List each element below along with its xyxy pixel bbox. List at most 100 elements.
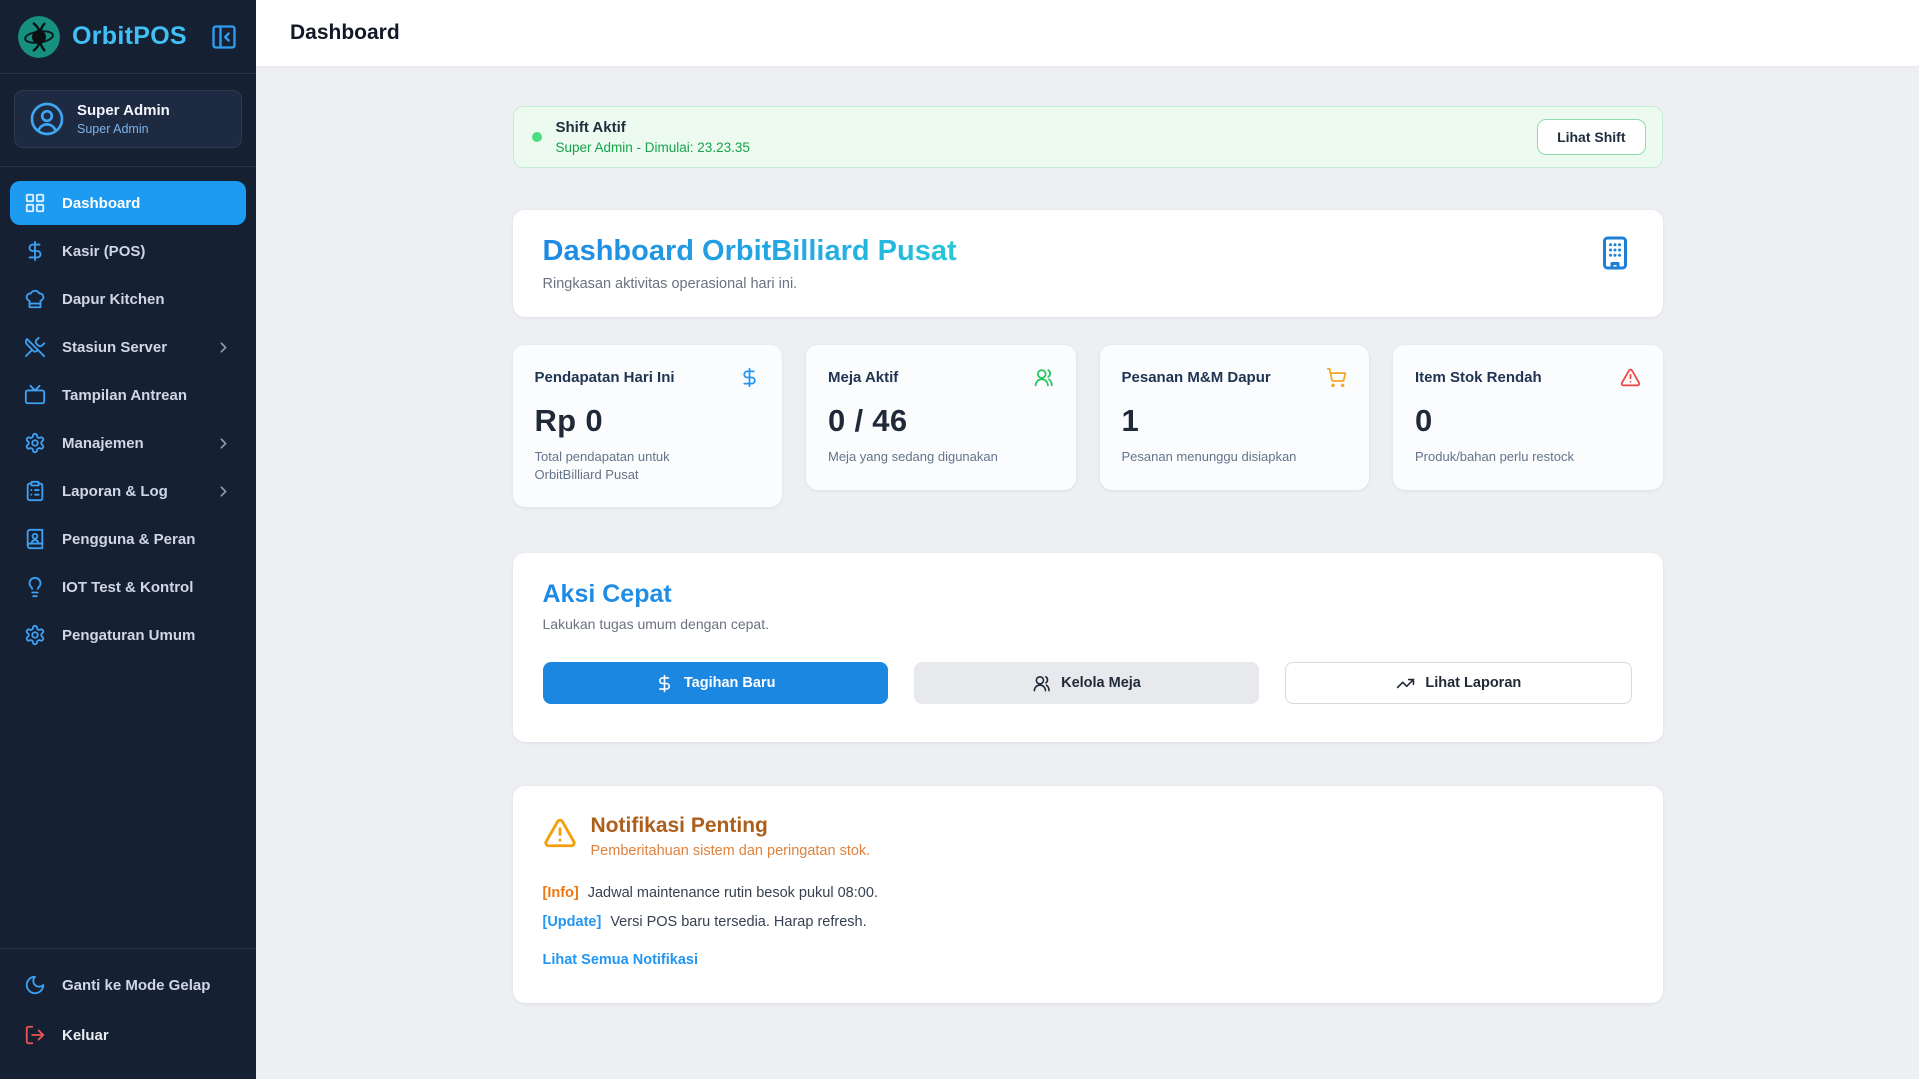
- sidebar-item-label: Dapur Kitchen: [62, 291, 165, 308]
- gear-icon: [24, 624, 46, 646]
- sidebar-item-kasir-pos[interactable]: Kasir (POS): [10, 229, 246, 273]
- shopping-cart-icon: [1326, 367, 1347, 388]
- stat-caption: Meja yang sedang digunakan: [828, 448, 1028, 466]
- shift-banner-title: Shift Aktif: [556, 119, 750, 136]
- gear-icon: [24, 432, 46, 454]
- sidebar-item-pengaturan-umum[interactable]: Pengaturan Umum: [10, 613, 246, 657]
- orbitpos-logo-icon: [18, 16, 60, 58]
- sidebar-header: OrbitPOS: [0, 0, 256, 74]
- dashboard-grid-icon: [24, 192, 46, 214]
- logout-icon: [24, 1024, 46, 1046]
- stat-value: Rp 0: [535, 403, 761, 439]
- sidebar-item-label: Manajemen: [62, 435, 144, 452]
- sidebar-item-dapur-kitchen[interactable]: Dapur Kitchen: [10, 277, 246, 321]
- sidebar-item-label: Laporan & Log: [62, 483, 168, 500]
- tv-icon: [24, 384, 46, 406]
- trending-up-icon: [1396, 674, 1415, 693]
- notification-tag: [Info]: [543, 885, 579, 901]
- stat-caption: Total pendapatan untuk OrbitBilliard Pus…: [535, 448, 735, 483]
- button-label: Tagihan Baru: [684, 675, 776, 691]
- shift-banner-subtitle: Super Admin - Dimulai: 23.23.35: [556, 140, 750, 155]
- stat-value: 0: [1415, 403, 1641, 439]
- quick-actions-card: Aksi Cepat Lakukan tugas umum dengan cep…: [513, 553, 1663, 742]
- overview-title: Dashboard OrbitBilliard Pusat: [543, 235, 957, 268]
- page-title: Dashboard: [290, 21, 400, 45]
- view-shift-button[interactable]: Lihat Shift: [1537, 119, 1645, 155]
- manage-tables-button[interactable]: Kelola Meja: [914, 662, 1259, 704]
- dark-mode-label: Ganti ke Mode Gelap: [62, 977, 210, 994]
- notification-item: [Update] Versi POS baru tersedia. Harap r…: [543, 914, 1633, 930]
- overview-subtitle: Ringkasan aktivitas operasional hari ini…: [543, 276, 957, 292]
- lightbulb-icon: [24, 576, 46, 598]
- panel-left-close-icon: [210, 23, 238, 51]
- sidebar-menu: Dashboard Kasir (POS) Dapur Kitchen Stas…: [0, 167, 256, 948]
- notification-list: [Info] Jadwal maintenance rutin besok puk…: [543, 885, 1633, 930]
- stat-caption: Pesanan menunggu disiapkan: [1122, 448, 1322, 466]
- sidebar-item-tampilan-antrean[interactable]: Tampilan Antrean: [10, 373, 246, 417]
- quick-actions-title: Aksi Cepat: [543, 580, 1633, 609]
- user-card[interactable]: Super Admin Super Admin: [14, 90, 242, 148]
- stat-title: Item Stok Rendah: [1415, 367, 1542, 386]
- sidebar-item-iot-test-kontrol[interactable]: IOT Test & Kontrol: [10, 565, 246, 609]
- sidebar-item-dashboard[interactable]: Dashboard: [10, 181, 246, 225]
- notification-text: Jadwal maintenance rutin besok pukul 08:…: [588, 885, 878, 901]
- logout-button[interactable]: Keluar: [10, 1013, 246, 1057]
- notifications-title: Notifikasi Penting: [591, 814, 871, 838]
- clipboard-list-icon: [24, 480, 46, 502]
- book-user-icon: [24, 528, 46, 550]
- sidebar-item-label: IOT Test & Kontrol: [62, 579, 193, 596]
- stat-caption: Produk/bahan perlu restock: [1415, 448, 1615, 466]
- chevron-right-icon: [215, 483, 232, 500]
- stat-title: Pendapatan Hari Ini: [535, 367, 675, 386]
- dark-mode-toggle[interactable]: Ganti ke Mode Gelap: [10, 963, 246, 1007]
- status-dot: [532, 132, 542, 142]
- dollar-icon: [655, 674, 674, 693]
- notification-item: [Info] Jadwal maintenance rutin besok puk…: [543, 885, 1633, 901]
- users-icon: [1033, 367, 1054, 388]
- main-area: Dashboard Shift Aktif Super Admin - Dimu…: [256, 0, 1919, 1079]
- sidebar-item-label: Pengaturan Umum: [62, 627, 195, 644]
- new-bill-button[interactable]: Tagihan Baru: [543, 662, 888, 704]
- stat-title: Meja Aktif: [828, 367, 898, 386]
- topbar: Dashboard: [256, 0, 1919, 67]
- sidebar-item-label: Stasiun Server: [62, 339, 167, 356]
- stat-value: 1: [1122, 403, 1348, 439]
- user-role: Super Admin: [77, 122, 170, 136]
- users-icon: [1032, 674, 1051, 693]
- overview-card: Dashboard OrbitBilliard Pusat Ringkasan …: [513, 210, 1663, 317]
- shift-active-banner: Shift Aktif Super Admin - Dimulai: 23.23…: [513, 106, 1663, 168]
- chevron-right-icon: [215, 339, 232, 356]
- avatar: [29, 101, 65, 137]
- sidebar-footer: Ganti ke Mode Gelap Keluar: [0, 948, 256, 1079]
- sidebar-item-pengguna-peran[interactable]: Pengguna & Peran: [10, 517, 246, 561]
- sidebar-item-stasiun-server[interactable]: Stasiun Server: [10, 325, 246, 369]
- moon-icon: [24, 974, 46, 996]
- stat-card-pendapatan: Pendapatan Hari Ini Rp 0 Total pendapata…: [513, 345, 783, 507]
- stat-value: 0 / 46: [828, 403, 1054, 439]
- sidebar-item-label: Tampilan Antrean: [62, 387, 187, 404]
- notifications-card: Notifikasi Penting Pemberitahuan sistem …: [513, 786, 1663, 1003]
- alert-triangle-icon: [1620, 367, 1641, 388]
- quick-actions-subtitle: Lakukan tugas umum dengan cepat.: [543, 616, 1633, 632]
- notification-text: Versi POS baru tersedia. Harap refresh.: [610, 914, 866, 930]
- sidebar-item-label: Kasir (POS): [62, 243, 145, 260]
- stat-card-stok-rendah: Item Stok Rendah 0 Produk/bahan perlu re…: [1393, 345, 1663, 490]
- utensils-crossed-icon: [24, 336, 46, 358]
- content-scroll-area[interactable]: Shift Aktif Super Admin - Dimulai: 23.23…: [256, 67, 1919, 1079]
- notification-tag: [Update]: [543, 914, 602, 930]
- building-icon: [1597, 235, 1633, 271]
- dollar-icon: [739, 367, 760, 388]
- view-reports-button[interactable]: Lihat Laporan: [1285, 662, 1632, 704]
- collapse-sidebar-button[interactable]: [210, 23, 238, 51]
- logout-label: Keluar: [62, 1027, 109, 1044]
- button-label: Kelola Meja: [1061, 675, 1141, 691]
- sidebar-item-manajemen[interactable]: Manajemen: [10, 421, 246, 465]
- chevron-right-icon: [215, 435, 232, 452]
- button-label: Lihat Laporan: [1425, 675, 1521, 691]
- app-title: OrbitPOS: [72, 22, 198, 51]
- sidebar-item-laporan-log[interactable]: Laporan & Log: [10, 469, 246, 513]
- sidebar: OrbitPOS Super Admin Super Admin Dashboa…: [0, 0, 256, 1079]
- chef-hat-icon: [24, 288, 46, 310]
- view-all-notifications-link[interactable]: Lihat Semua Notifikasi: [543, 952, 699, 968]
- stat-card-pesanan-dapur: Pesanan M&M Dapur 1 Pesanan menunggu dis…: [1100, 345, 1370, 490]
